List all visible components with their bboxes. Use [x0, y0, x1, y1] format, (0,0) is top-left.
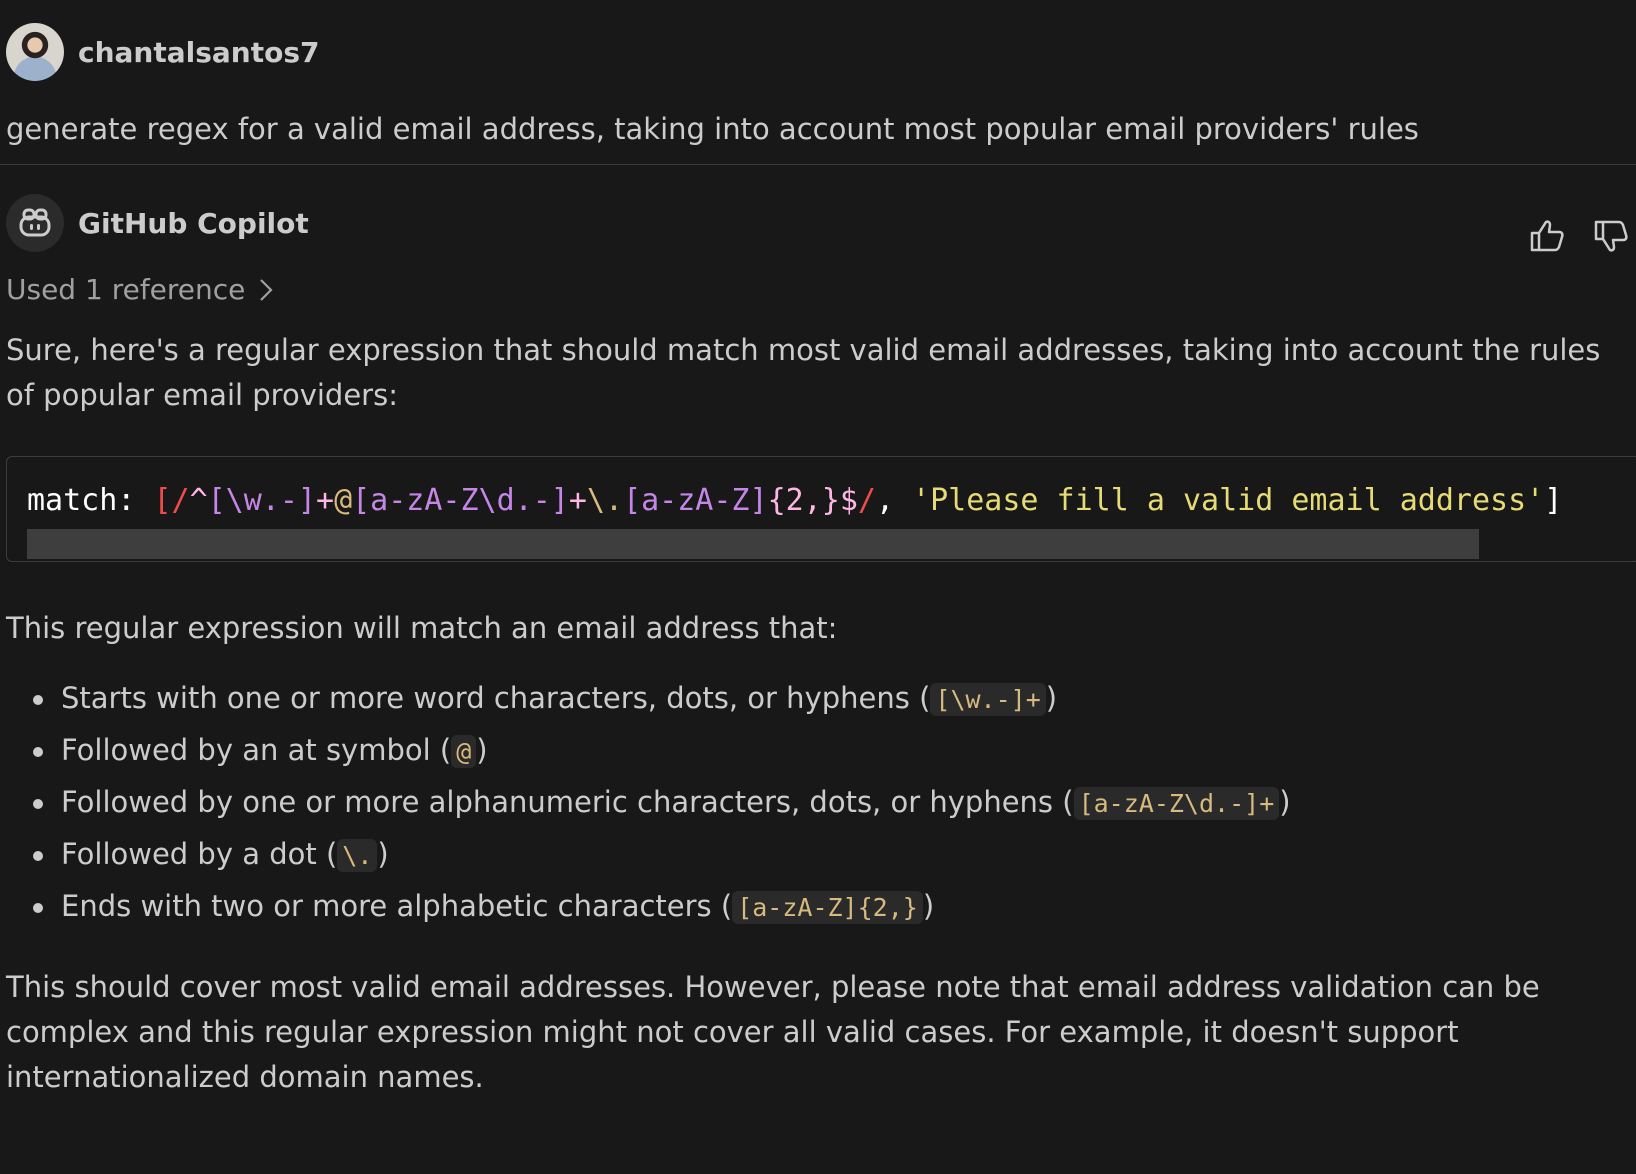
- assistant-author-row: GitHub Copilot: [6, 193, 1636, 253]
- code-regex-class-1: [\w.-]: [207, 483, 316, 518]
- used-reference-toggle[interactable]: Used 1 reference: [6, 273, 273, 306]
- code-regex-class-2: [a-zA-Z\d.-]: [352, 483, 569, 518]
- user-avatar: [6, 23, 64, 81]
- code-regex-plus-1: +: [316, 483, 335, 518]
- code-comma: ,: [875, 483, 894, 518]
- response-intro: Sure, here's a regular expression that s…: [6, 333, 1601, 412]
- list-item-text: Followed by a dot (: [61, 837, 338, 871]
- list-item: Ends with two or more alphabetic charact…: [6, 881, 1636, 933]
- inline-code: @: [451, 735, 477, 768]
- code-block[interactable]: match: [/^[\w.-]+@[a-zA-Z\d.-]+\.[a-zA-Z…: [6, 456, 1636, 562]
- list-item-text: Ends with two or more alphabetic charact…: [61, 889, 733, 923]
- list-item-close: ): [1045, 681, 1058, 715]
- list-item: Followed by a dot (\.): [6, 829, 1636, 881]
- code-regex-caret: ^: [189, 483, 208, 518]
- list-item-close: ): [1279, 785, 1291, 819]
- assistant-name: GitHub Copilot: [78, 206, 309, 240]
- user-message: chantalsantos7 generate regex for a vali…: [0, 0, 1636, 165]
- list-item: Starts with one or more word characters,…: [6, 673, 1636, 725]
- code-regex-close-slash: /: [857, 483, 876, 518]
- code-regex-at: @: [334, 483, 353, 518]
- user-author-row: chantalsantos7: [6, 22, 1636, 82]
- list-item: Followed by one or more alphanumeric cha…: [6, 777, 1636, 829]
- thumbs-up-icon[interactable]: [1526, 215, 1568, 257]
- code-horizontal-scrollbar[interactable]: [27, 529, 1479, 559]
- list-item-close: ): [922, 889, 935, 923]
- code-close-bracket: ]: [1544, 483, 1563, 518]
- user-message-text: generate regex for a valid email address…: [6, 112, 1419, 146]
- list-item: Followed by an at symbol (@): [6, 725, 1636, 777]
- code-regex-dollar: $: [839, 483, 858, 518]
- response-outro: This should cover most valid email addre…: [6, 970, 1540, 1094]
- thumbs-down-icon[interactable]: [1590, 215, 1632, 257]
- list-item-text: Starts with one or more word characters,…: [61, 681, 931, 715]
- assistant-message: GitHub Copilot Used 1 reference Sure, he…: [0, 165, 1636, 1100]
- inline-code: \.: [337, 839, 378, 872]
- code-regex-plus-2: +: [568, 483, 587, 518]
- inline-code: [\w.-]+: [930, 683, 1046, 716]
- chevron-right-icon: [260, 278, 273, 301]
- list-intro: This regular expression will match an em…: [6, 611, 838, 645]
- code-regex-dot: \.: [586, 483, 624, 518]
- list-item-close: ): [377, 837, 389, 871]
- list-item-text: Followed by one or more alphanumeric cha…: [61, 785, 1074, 819]
- reference-label: Used 1 reference: [6, 273, 246, 306]
- inline-code: [a-zA-Z\d.-]+: [1073, 787, 1280, 820]
- copilot-icon: [6, 194, 64, 252]
- code-key: match:: [27, 483, 136, 518]
- regex-explanation-list: Starts with one or more word characters,…: [6, 673, 1636, 933]
- list-item-close: ): [476, 733, 488, 767]
- copilot-glyph: [19, 208, 51, 237]
- code-regex-class-3: [a-zA-Z]: [623, 483, 768, 518]
- list-item-text: Followed by an at symbol (: [61, 733, 452, 767]
- user-name: chantalsantos7: [78, 35, 320, 69]
- feedback-actions: [1526, 215, 1632, 257]
- inline-code: [a-zA-Z]{2,}: [732, 891, 923, 924]
- code-message-string: 'Please fill a valid email address': [912, 483, 1545, 518]
- code-regex-quantifier: {2,}: [767, 483, 840, 518]
- code-line: match: [/^[\w.-]+@[a-zA-Z\d.-]+\.[a-zA-Z…: [27, 483, 1562, 518]
- code-open-bracket: [: [153, 483, 172, 518]
- code-regex-open-slash: /: [171, 483, 190, 518]
